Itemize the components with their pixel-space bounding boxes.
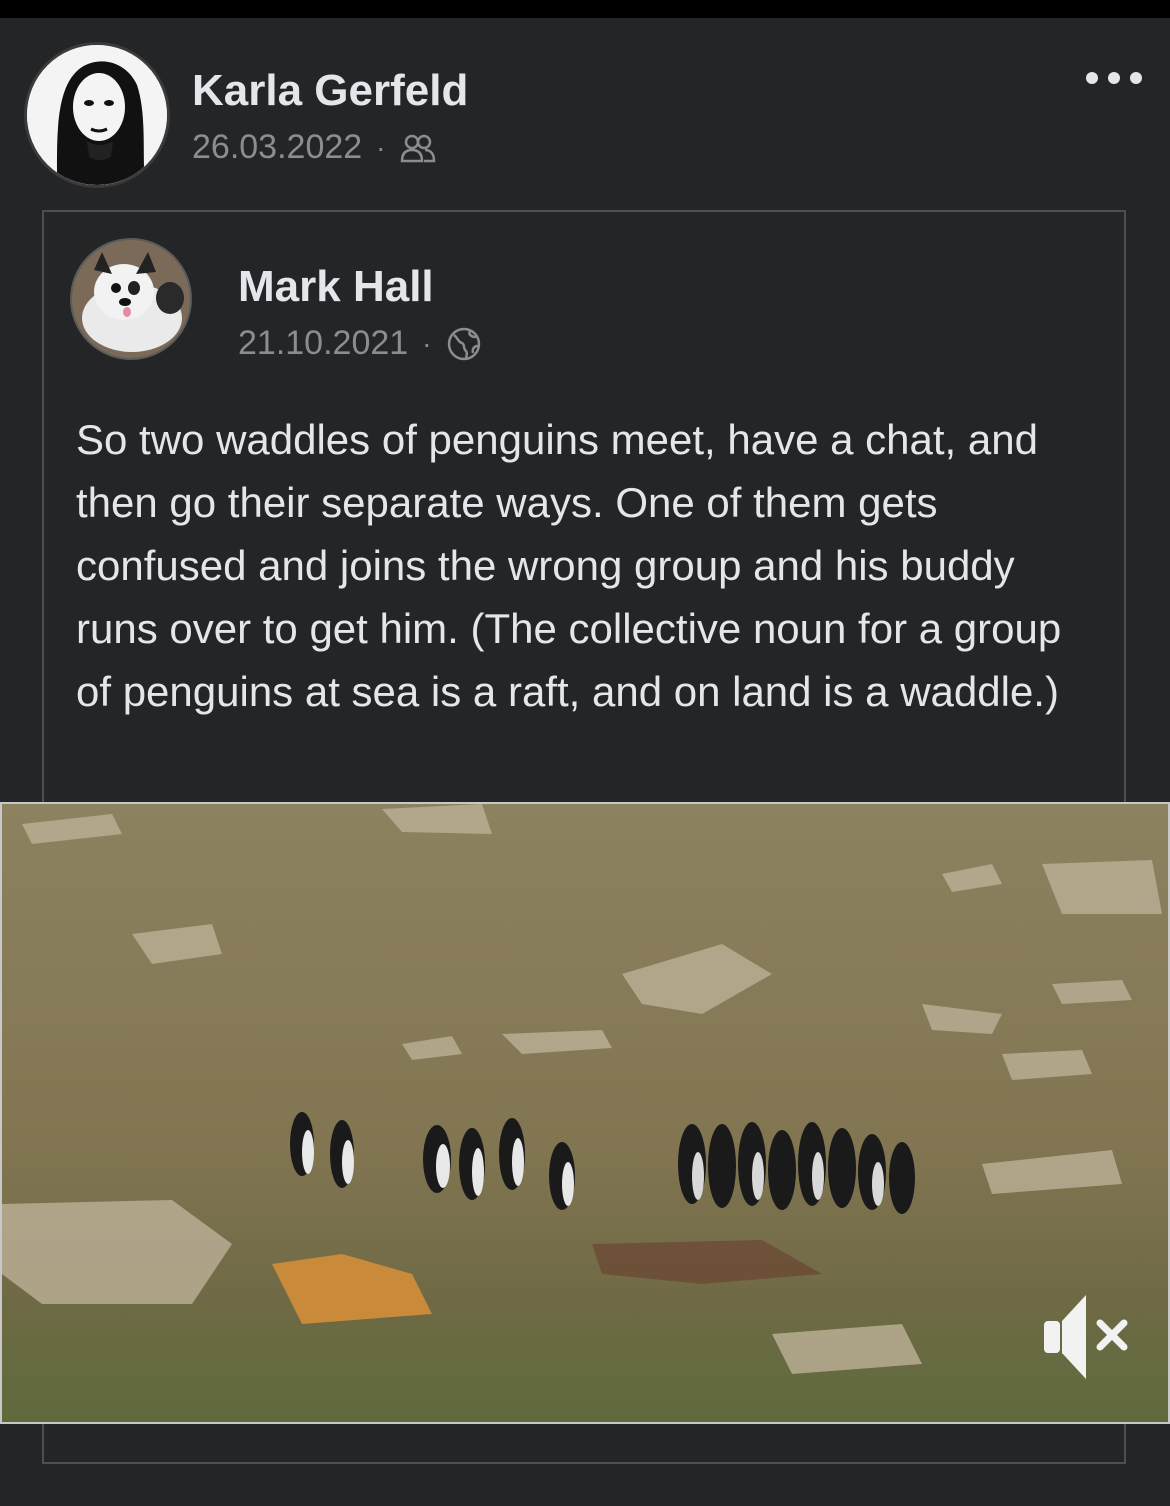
shared-post-meta: 21.10.2021 ·: [238, 324, 482, 363]
separator-dot: ·: [376, 131, 386, 163]
shared-post-date[interactable]: 21.10.2021: [238, 324, 408, 363]
author-name[interactable]: Karla Gerfeld: [192, 66, 468, 116]
video-player[interactable]: [0, 802, 1170, 1424]
video-frame: [2, 804, 1168, 1422]
shared-post-text: So two waddles of penguins meet, have a …: [76, 416, 1062, 715]
status-bar-strip: [0, 0, 1170, 18]
friends-icon: [400, 134, 435, 162]
post-date[interactable]: 26.03.2022: [192, 128, 362, 167]
separator-dot: ·: [422, 327, 432, 359]
globe-icon: [447, 327, 480, 360]
shared-author-avatar[interactable]: [70, 238, 192, 360]
author-avatar[interactable]: [24, 42, 170, 188]
shared-author-name[interactable]: Mark Hall: [238, 262, 434, 312]
post-meta: 26.03.2022 ·: [192, 128, 436, 167]
speaker-muted-icon[interactable]: [1038, 1287, 1138, 1392]
post-header: Karla Gerfeld 26.03.2022 ·: [24, 42, 1154, 188]
more-options-icon[interactable]: [1086, 72, 1142, 84]
